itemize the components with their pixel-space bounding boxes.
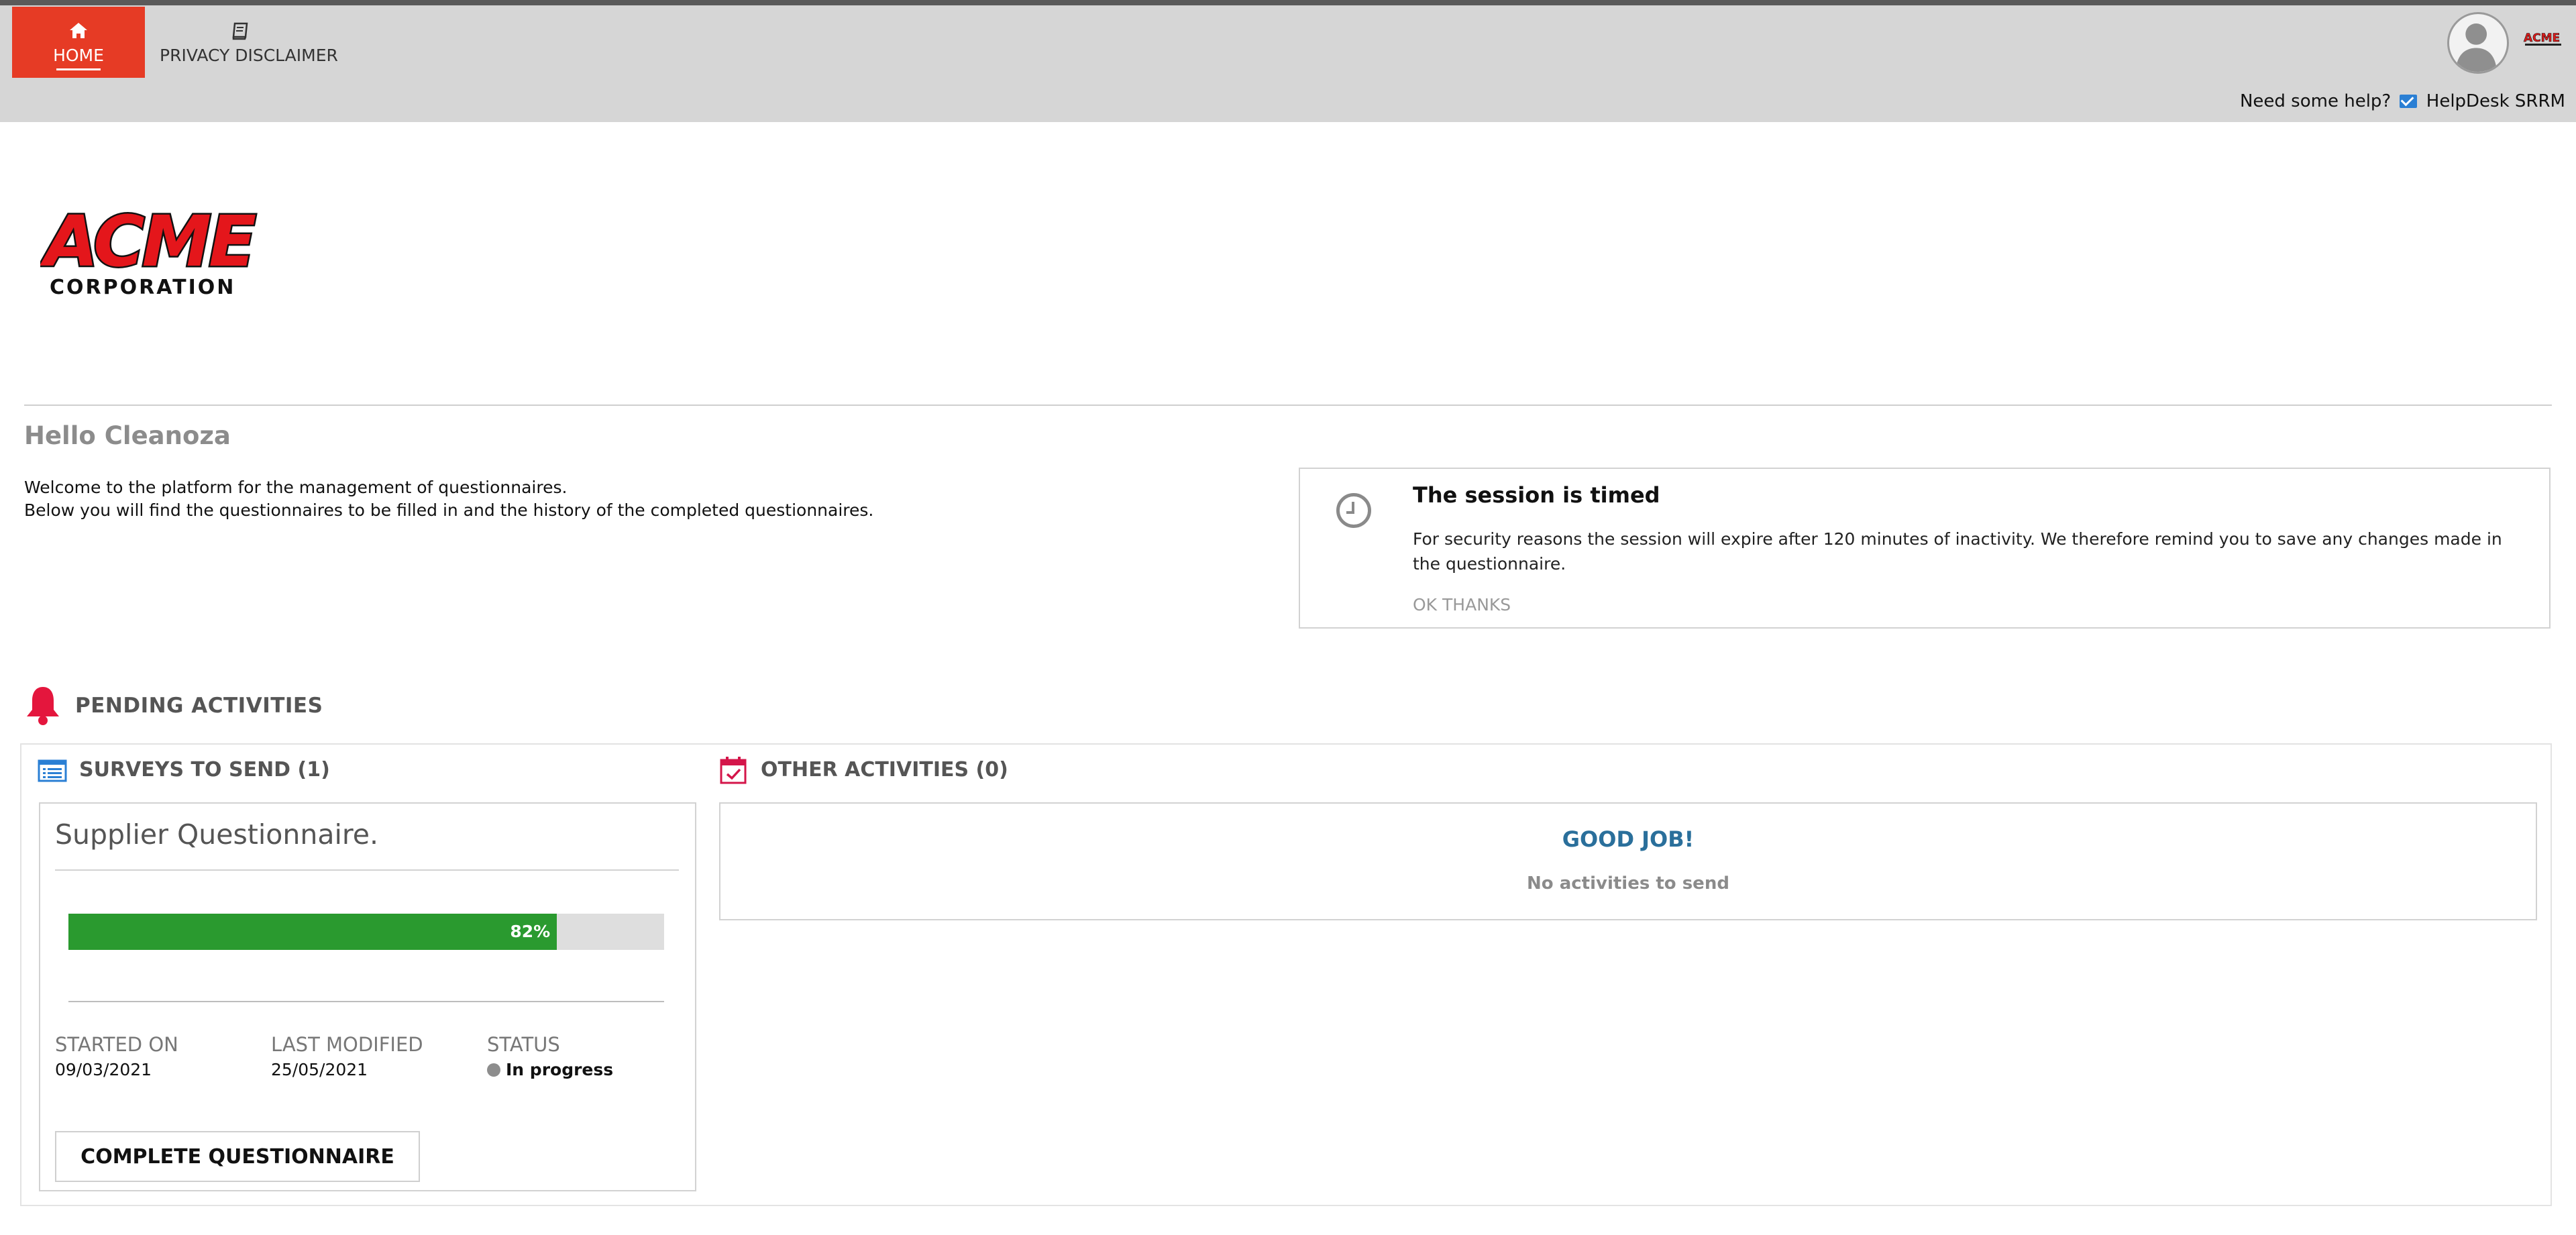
progress-label: 82%	[510, 922, 551, 941]
status-label: STATUS	[487, 1033, 560, 1056]
welcome-text: Welcome to the platform for the manageme…	[24, 476, 873, 522]
top-strip	[0, 0, 2576, 5]
good-job-title: GOOD JOB!	[1562, 826, 1695, 852]
bell-icon	[27, 687, 59, 725]
svg-text:CORPORATION: CORPORATION	[50, 276, 235, 299]
user-silhouette-icon	[2455, 23, 2498, 72]
clock-icon	[1336, 493, 1371, 528]
user-avatar[interactable]	[2447, 12, 2509, 74]
welcome-line-1: Welcome to the platform for the manageme…	[24, 478, 568, 497]
card-divider	[55, 869, 679, 871]
progress-fill: 82%	[68, 914, 557, 950]
survey-card: Supplier Questionnaire. 82% STARTED ON 0…	[39, 802, 696, 1191]
started-on-value: 09/03/2021	[55, 1060, 152, 1079]
other-activities-title: OTHER ACTIVITIES (0)	[761, 758, 1008, 782]
surveys-to-send-title: SURVEYS TO SEND (1)	[79, 758, 330, 782]
svg-text:ACME: ACME	[2524, 32, 2560, 45]
active-tab-underline	[56, 68, 101, 70]
acme-corporation-logo: ACME CORPORATION	[40, 201, 260, 299]
section-divider	[24, 405, 2552, 406]
list-icon	[38, 759, 67, 782]
mail-icon	[2399, 95, 2417, 108]
nav-privacy-label: PRIVACY DISCLAIMER	[160, 46, 338, 65]
session-text: For security reasons the session will ex…	[1413, 529, 2502, 574]
last-modified: LAST MODIFIED 25/05/2021	[271, 1033, 423, 1079]
pending-activities-title: PENDING ACTIVITIES	[75, 694, 323, 718]
calendar-check-icon	[720, 757, 747, 784]
started-on: STARTED ON 09/03/2021	[55, 1033, 178, 1079]
other-activities-card: GOOD JOB! No activities to send	[719, 802, 2537, 920]
nav-home-tab[interactable]: HOME	[12, 7, 145, 78]
nav-privacy-tab[interactable]: PRIVACY DISCLAIMER	[160, 7, 338, 78]
session-title: The session is timed	[1413, 482, 1660, 508]
no-activities-text: No activities to send	[1527, 873, 1729, 894]
survey-name: Supplier Questionnaire.	[55, 818, 379, 851]
helpdesk-link[interactable]: HelpDesk SRRM	[2426, 91, 2565, 111]
session-notice: The session is timed For security reason…	[1299, 468, 2551, 629]
status-value-wrap: In progress	[487, 1060, 613, 1079]
help-text: Need some help?	[2239, 91, 2392, 111]
nav-home-label: HOME	[53, 46, 104, 65]
last-modified-value: 25/05/2021	[271, 1060, 368, 1079]
started-on-label: STARTED ON	[55, 1033, 178, 1056]
acme-small-logo: ACME	[2524, 32, 2561, 46]
status-dot-icon	[487, 1063, 500, 1077]
welcome-line-2: Below you will find the questionnaires t…	[24, 500, 874, 520]
last-modified-label: LAST MODIFIED	[271, 1033, 423, 1056]
book-icon	[232, 22, 248, 40]
help-area: Need some help? HelpDesk SRRM	[2240, 91, 2565, 111]
status-value: In progress	[506, 1060, 614, 1079]
svg-text:ACME: ACME	[40, 201, 256, 282]
header-bar: HOME PRIVACY DISCLAIMER ACME Need some h…	[0, 5, 2576, 122]
home-icon	[70, 23, 87, 38]
ok-thanks-button[interactable]: OK THANKS	[1413, 595, 1511, 614]
greeting-title: Hello Cleanoza	[24, 421, 231, 450]
progress-bar: 82%	[68, 914, 664, 950]
status: STATUS In progress	[487, 1033, 613, 1079]
complete-questionnaire-button[interactable]: COMPLETE QUESTIONNAIRE	[55, 1131, 420, 1182]
card-divider-2	[68, 1001, 664, 1002]
